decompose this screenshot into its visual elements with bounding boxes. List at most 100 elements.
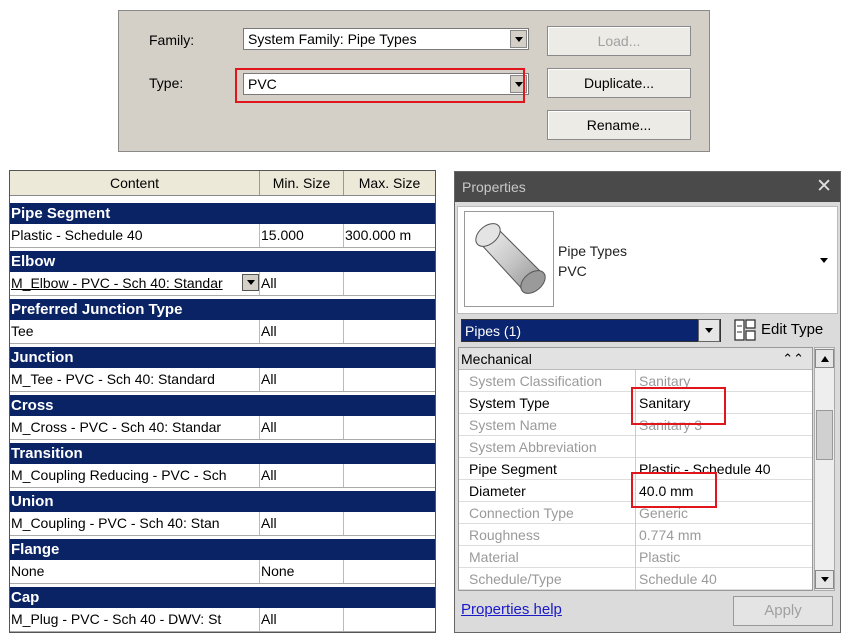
property-name: System Classification xyxy=(469,373,603,389)
min-size-cell[interactable]: All xyxy=(260,512,344,535)
max-size-cell[interactable]: 300.000 m xyxy=(344,224,435,247)
group-header: Pipe Segment xyxy=(10,203,435,224)
table-row[interactable]: Tee All xyxy=(10,320,435,344)
min-size-cell[interactable]: 15.000 xyxy=(260,224,344,247)
content-cell[interactable]: M_Cross - PVC - Sch 40: Standar xyxy=(10,416,260,439)
table-row[interactable]: M_Cross - PVC - Sch 40: Standar All xyxy=(10,416,435,440)
content-cell[interactable]: Tee xyxy=(10,320,260,343)
max-size-cell[interactable] xyxy=(344,608,435,631)
pipe-thumbnail xyxy=(464,211,554,307)
property-row[interactable]: System Classification Sanitary xyxy=(459,370,812,392)
property-row[interactable]: Roughness 0.774 mm xyxy=(459,524,812,546)
group-header: Transition xyxy=(10,443,435,464)
max-size-cell[interactable] xyxy=(344,272,435,295)
close-icon[interactable]: ✕ xyxy=(816,175,832,198)
properties-palette: Properties ✕ Pipe Types PVC Pipes (1) Ed… xyxy=(454,171,841,633)
group-header: Cross xyxy=(10,395,435,416)
min-size-cell[interactable]: All xyxy=(260,416,344,439)
table-header: Content Min. Size Max. Size xyxy=(10,171,435,196)
max-size-cell[interactable] xyxy=(344,464,435,487)
content-cell[interactable]: M_Elbow - PVC - Sch 40: Standar xyxy=(10,272,260,295)
property-row[interactable]: System Type Sanitary xyxy=(459,392,812,414)
properties-help-link[interactable]: Properties help xyxy=(461,601,562,618)
table-row[interactable]: None None xyxy=(10,560,435,584)
property-row[interactable]: Connection Type Generic xyxy=(459,502,812,524)
property-value[interactable]: 40.0 mm xyxy=(639,480,693,502)
group-header: Cap xyxy=(10,587,435,608)
rename-button[interactable]: Rename... xyxy=(547,110,691,140)
load-button[interactable]: Load... xyxy=(547,26,691,56)
pipe-icon xyxy=(475,223,546,294)
family-label: Family: xyxy=(149,32,195,48)
properties-title: Properties xyxy=(462,179,526,195)
min-size-cell[interactable]: All xyxy=(260,608,344,631)
property-name: Connection Type xyxy=(469,505,574,521)
properties-grid: Mechanical ⌃⌃ System Classification Sani… xyxy=(458,347,813,591)
content-cell[interactable]: M_Tee - PVC - Sch 40: Standard xyxy=(10,368,260,391)
content-cell[interactable]: None xyxy=(10,560,260,583)
group-header: Flange xyxy=(10,539,435,560)
chevron-down-icon[interactable] xyxy=(510,30,527,48)
table-row[interactable]: Plastic - Schedule 40 15.000 300.000 m xyxy=(10,224,435,248)
property-row[interactable]: Material Plastic xyxy=(459,546,812,568)
apply-button[interactable]: Apply xyxy=(733,596,833,626)
type-properties-dialog: Family: System Family: Pipe Types Type: … xyxy=(118,10,710,152)
collapse-icon[interactable]: ⌃⌃ xyxy=(782,348,804,370)
duplicate-button[interactable]: Duplicate... xyxy=(547,68,691,98)
max-size-cell[interactable] xyxy=(344,416,435,439)
max-size-cell[interactable] xyxy=(344,560,435,583)
table-row[interactable]: M_Plug - PVC - Sch 40 - DWV: St All xyxy=(10,608,435,632)
table-row[interactable]: M_Coupling - PVC - Sch 40: Stan All xyxy=(10,512,435,536)
property-value: Sanitary xyxy=(639,373,691,389)
properties-titlebar[interactable]: Properties ✕ xyxy=(455,172,840,202)
table-row[interactable]: M_Coupling Reducing - PVC - Sch All xyxy=(10,464,435,488)
type-label: Type: xyxy=(149,75,184,91)
property-row[interactable]: Pipe Segment Plastic - Schedule 40 xyxy=(459,458,812,480)
table-row[interactable]: M_Elbow - PVC - Sch 40: Standar All xyxy=(10,272,435,296)
min-size-cell[interactable]: All xyxy=(260,464,344,487)
property-value: Schedule 40 xyxy=(639,571,717,587)
property-value[interactable]: Sanitary xyxy=(639,392,690,414)
scroll-down-icon[interactable] xyxy=(815,570,834,589)
chevron-down-icon[interactable] xyxy=(510,75,527,93)
property-row[interactable]: System Abbreviation xyxy=(459,436,812,458)
instance-filter-dropdown[interactable]: Pipes (1) xyxy=(461,319,721,342)
type-family-name: Pipe Types xyxy=(558,243,628,259)
chevron-down-icon[interactable] xyxy=(820,258,828,263)
min-size-cell[interactable]: All xyxy=(260,320,344,343)
max-size-cell[interactable] xyxy=(344,512,435,535)
scroll-up-icon[interactable] xyxy=(815,349,834,368)
property-name: Diameter xyxy=(469,483,526,499)
property-row[interactable]: Diameter 40.0 mm xyxy=(459,480,812,502)
property-row[interactable]: Schedule/Type Schedule 40 xyxy=(459,568,812,590)
table-row[interactable]: M_Tee - PVC - Sch 40: Standard All xyxy=(10,368,435,392)
chevron-down-icon[interactable] xyxy=(242,274,259,291)
property-name: System Name xyxy=(469,417,557,433)
min-size-cell[interactable]: All xyxy=(260,272,344,295)
min-size-cell[interactable]: All xyxy=(260,368,344,391)
type-dropdown[interactable]: PVC xyxy=(243,73,529,95)
chevron-down-icon[interactable] xyxy=(698,319,720,342)
max-size-cell[interactable] xyxy=(344,368,435,391)
property-name: Roughness xyxy=(469,527,540,543)
type-selector[interactable]: Pipe Types PVC xyxy=(457,206,838,314)
family-dropdown[interactable]: System Family: Pipe Types xyxy=(243,28,529,50)
min-size-cell[interactable]: None xyxy=(260,560,344,583)
section-header-mechanical[interactable]: Mechanical ⌃⌃ xyxy=(459,348,812,370)
group-header: Union xyxy=(10,491,435,512)
content-value: M_Elbow - PVC - Sch 40: Standar xyxy=(11,275,223,291)
property-row[interactable]: System Name Sanitary 3 xyxy=(459,414,812,436)
max-size-cell[interactable] xyxy=(344,320,435,343)
content-cell[interactable]: M_Coupling - PVC - Sch 40: Stan xyxy=(10,512,260,535)
group-header: Junction xyxy=(10,347,435,368)
type-value: PVC xyxy=(248,76,277,92)
content-cell[interactable]: M_Coupling Reducing - PVC - Sch xyxy=(10,464,260,487)
edit-type-button[interactable]: Edit Type xyxy=(731,317,835,343)
scroll-thumb[interactable] xyxy=(816,410,833,460)
routing-preferences-table: Content Min. Size Max. Size Pipe Segment… xyxy=(9,170,436,633)
content-cell[interactable]: M_Plug - PVC - Sch 40 - DWV: St xyxy=(10,608,260,631)
content-cell[interactable]: Plastic - Schedule 40 xyxy=(10,224,260,247)
group-header: Elbow xyxy=(10,251,435,272)
properties-scrollbar[interactable] xyxy=(814,347,835,591)
property-value[interactable]: Plastic - Schedule 40 xyxy=(639,458,771,480)
